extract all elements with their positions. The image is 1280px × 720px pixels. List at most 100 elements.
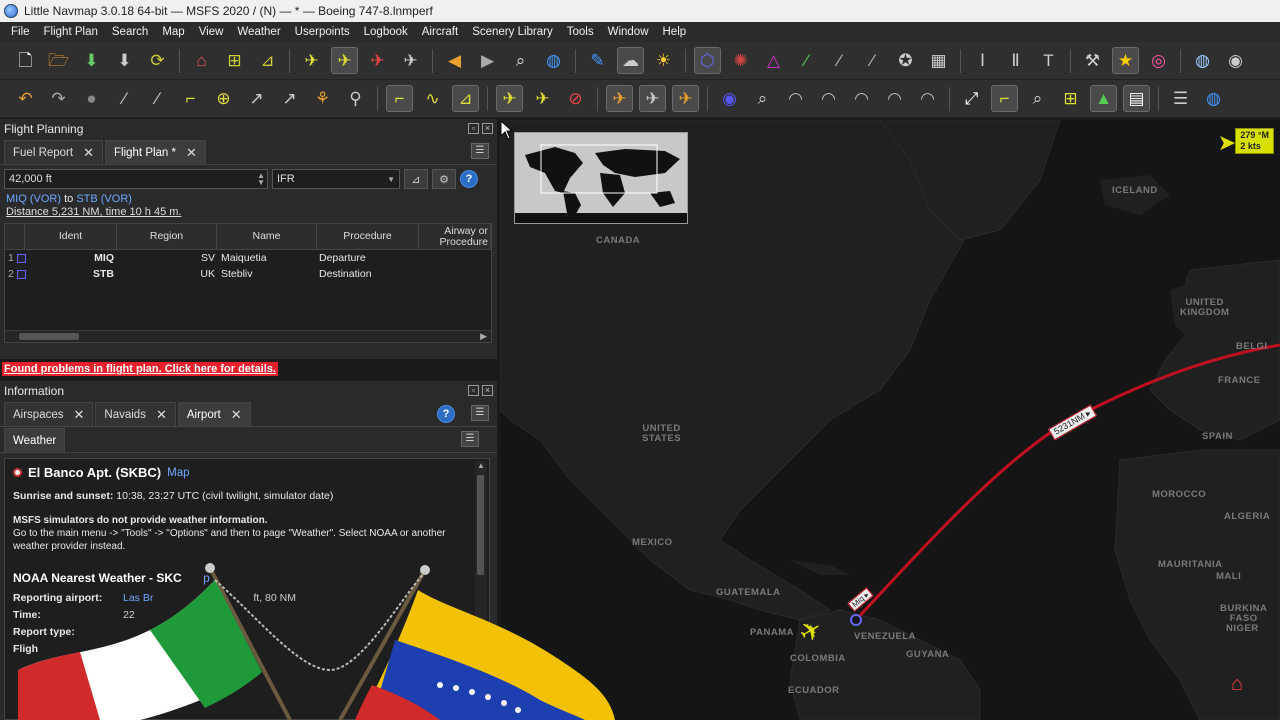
tab-flight-plan[interactable]: Flight Plan * ✕ [105, 140, 206, 164]
tools-wrench-icon[interactable]: ⚒ [1079, 47, 1106, 74]
menu-search[interactable]: Search [105, 26, 155, 38]
table-row[interactable]: 1 MIQ SV Maiquetia Departure [5, 250, 491, 266]
ndb-icon[interactable]: ✺ [727, 47, 754, 74]
subtab-menu-icon[interactable]: ☰ [461, 431, 479, 447]
export-icon[interactable]: ⟳ [144, 47, 171, 74]
header-procedure[interactable]: Procedure [317, 224, 419, 249]
flight-plan-problem-banner[interactable]: Found problems in flight plan. Click her… [2, 362, 278, 376]
destination-link[interactable]: STB (VOR) [76, 193, 132, 205]
tab-weather[interactable]: Weather [4, 428, 66, 452]
menu-map[interactable]: Map [155, 26, 191, 38]
options-circle-icon[interactable]: ◉ [1222, 47, 1249, 74]
tab-menu-icon[interactable]: ☰ [471, 405, 489, 421]
profile-icon[interactable]: ⌐ [991, 85, 1018, 112]
search-map-icon[interactable]: ⌕ [749, 85, 776, 112]
header-region[interactable]: Region [117, 224, 217, 249]
tab-navaids[interactable]: Navaids ✕ [95, 402, 176, 426]
ai-aircraft-icon[interactable]: ✈ [496, 85, 523, 112]
redo-icon[interactable]: ↷ [45, 85, 72, 112]
world-overview-map[interactable] [514, 132, 688, 224]
online-center-icon[interactable]: ✈ [672, 85, 699, 112]
grid-icon[interactable]: ▦ [925, 47, 952, 74]
vor-icon[interactable]: ⬡ [694, 47, 721, 74]
database-globe-icon[interactable]: ◍ [1200, 85, 1227, 112]
flight-type-select[interactable]: IFR ▼ [272, 169, 400, 189]
route-vor-icon[interactable]: ↗ [243, 85, 270, 112]
route-spiral-icon[interactable]: ∿ [419, 85, 446, 112]
menu-help[interactable]: Help [656, 26, 694, 38]
close-icon[interactable]: × [482, 385, 493, 396]
scroll-right-icon[interactable]: ▶ [480, 331, 487, 342]
menu-tools[interactable]: Tools [560, 26, 601, 38]
online-clients-icon[interactable]: ✈ [639, 85, 666, 112]
close-tab-icon[interactable]: ✕ [83, 145, 94, 161]
route-procedure-icon[interactable]: ⚲ [342, 85, 369, 112]
aircraft-center-icon[interactable]: ✈ [331, 47, 358, 74]
airway-icon[interactable]: ⁄ [793, 47, 820, 74]
draw-route-icon[interactable]: ⁄ [111, 85, 138, 112]
help-icon[interactable]: ? [437, 405, 455, 423]
close-tab-icon[interactable]: ✕ [156, 407, 167, 423]
new-file-icon[interactable]: 🗋 [12, 47, 39, 74]
zoom-details-icon[interactable]: ⌕ [507, 47, 534, 74]
close-tab-icon[interactable]: ✕ [186, 145, 197, 161]
compass-rose-icon[interactable]: ✪ [892, 47, 919, 74]
menu-scenery-library[interactable]: Scenery Library [465, 26, 560, 38]
pencil-icon[interactable]: ✎ [584, 47, 611, 74]
spinner-icon[interactable]: ▲ ▼ [257, 172, 265, 187]
route-edit-icon[interactable]: ⊿ [254, 47, 281, 74]
tab-menu-icon[interactable]: ☰ [471, 143, 489, 159]
header-name[interactable]: Name [217, 224, 317, 249]
undo-icon[interactable]: ↶ [12, 85, 39, 112]
airspace-h-icon[interactable]: Ⅱ [1002, 47, 1029, 74]
track-icon[interactable]: ⁄ [826, 47, 853, 74]
route-user-icon[interactable]: ⚘ [309, 85, 336, 112]
float-icon[interactable]: ▫ [468, 123, 479, 134]
direct-icon[interactable]: ⁄ [144, 85, 171, 112]
save-as-icon[interactable]: ⬇ [111, 47, 138, 74]
menu-file[interactable]: File [4, 26, 37, 38]
weather-sun-icon[interactable]: ☀ [650, 47, 677, 74]
fullscreen-icon[interactable]: ⤢ [958, 85, 985, 112]
weather-cloud-icon[interactable]: ☁ [617, 47, 644, 74]
menu-aircraft[interactable]: Aircraft [415, 26, 465, 38]
menu-view[interactable]: View [192, 26, 231, 38]
gauge-3-icon[interactable]: ◠ [848, 85, 875, 112]
departure-vor-icon[interactable] [850, 614, 862, 626]
globe-icon[interactable]: ◍ [540, 47, 567, 74]
header-airway[interactable]: Airway or Procedure [419, 224, 491, 249]
horizontal-scrollbar[interactable]: ▶ [5, 330, 491, 342]
tab-airport[interactable]: Airport ✕ [177, 402, 251, 426]
calc-icon[interactable]: ● [78, 85, 105, 112]
home-airport-icon[interactable]: ⌂ [188, 47, 215, 74]
scroll-up-icon[interactable]: ▲ [477, 461, 485, 470]
star-icon[interactable]: ★ [1112, 47, 1139, 74]
online-atc-icon[interactable]: ✈ [606, 85, 633, 112]
gauge-4-icon[interactable]: ◠ [881, 85, 908, 112]
gauge-1-icon[interactable]: ◠ [782, 85, 809, 112]
float-icon[interactable]: ▫ [468, 385, 479, 396]
menu-userpoints[interactable]: Userpoints [288, 26, 357, 38]
target-icon[interactable]: ◎ [1145, 47, 1172, 74]
route-alt-icon[interactable]: ⊿ [452, 85, 479, 112]
database-icon[interactable]: ☰ [1167, 85, 1194, 112]
gauge-5-icon[interactable]: ◠ [914, 85, 941, 112]
book-icon[interactable]: ▤ [1123, 85, 1150, 112]
header-ident[interactable]: Ident [25, 224, 117, 249]
tab-airspaces[interactable]: Airspaces ✕ [4, 402, 94, 426]
menu-flight-plan[interactable]: Flight Plan [37, 26, 105, 38]
airport-diagram-icon[interactable]: ⊞ [1057, 85, 1084, 112]
close-tab-icon[interactable]: ✕ [231, 407, 242, 423]
menu-weather[interactable]: Weather [230, 26, 287, 38]
back-icon[interactable]: ◀ [441, 47, 468, 74]
add-waypoint-icon[interactable]: ⊞ [221, 47, 248, 74]
home-icon[interactable]: ⌂ [1224, 672, 1250, 696]
menu-window[interactable]: Window [601, 26, 656, 38]
close-icon[interactable]: × [482, 123, 493, 134]
airport-map-link[interactable]: Map [167, 467, 189, 479]
airspace-t-icon[interactable]: T [1035, 47, 1062, 74]
close-tab-icon[interactable]: ✕ [74, 407, 85, 423]
help-icon[interactable]: ? [460, 170, 478, 188]
network-globe-icon[interactable]: ◍ [1189, 47, 1216, 74]
settings-icon[interactable]: ⚙ [432, 169, 456, 189]
